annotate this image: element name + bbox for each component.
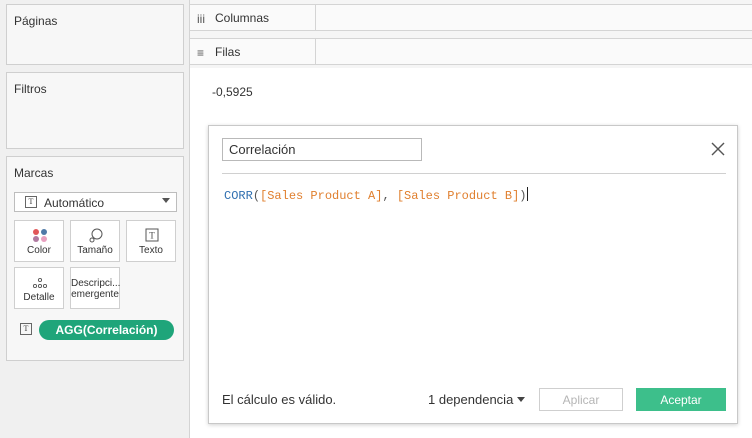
columns-shelf-label: iii Columnas	[190, 5, 316, 30]
dialog-divider	[222, 173, 726, 174]
marks-card: Marcas T Automático Color Tamaño T Texto…	[6, 156, 184, 361]
mark-type-dropdown[interactable]: T Automático	[14, 192, 177, 212]
formula-field-b: [Sales Product B]	[396, 189, 520, 203]
close-button[interactable]	[710, 141, 726, 157]
validation-status: El cálculo es válido.	[222, 392, 337, 407]
color-dots-icon	[15, 228, 63, 242]
mark-type-label: Automático	[44, 196, 105, 210]
columns-label: Columnas	[215, 11, 270, 25]
apply-button[interactable]: Aplicar	[539, 388, 623, 411]
tooltip-label-line2: emergente	[71, 289, 119, 300]
detail-button[interactable]: Detalle	[14, 267, 64, 309]
size-icon	[71, 228, 119, 243]
pages-title: Páginas	[14, 14, 58, 28]
rows-shelf[interactable]: ≡ Filas	[190, 38, 752, 65]
text-icon: T	[127, 228, 175, 242]
formula-close-paren: )	[519, 189, 527, 203]
marks-title: Marcas	[14, 166, 54, 180]
close-icon	[711, 142, 725, 156]
text-encoding-icon[interactable]: T	[20, 323, 32, 335]
columns-shelf[interactable]: iii Columnas	[190, 4, 752, 31]
pages-card[interactable]: Páginas	[6, 4, 184, 65]
rows-icon: ≡	[197, 46, 205, 60]
formula-open-paren: (	[252, 189, 261, 203]
color-label: Color	[27, 245, 51, 256]
size-button[interactable]: Tamaño	[70, 220, 120, 262]
formula-field-a: [Sales Product A]	[260, 189, 383, 203]
formula-editor[interactable]: CORR([Sales Product A], [Sales Product B…	[224, 187, 529, 203]
dependency-dropdown[interactable]: 1 dependencia	[428, 392, 526, 407]
formula-function: CORR	[224, 189, 253, 203]
rows-label: Filas	[215, 45, 241, 59]
rows-shelf-label: ≡ Filas	[190, 39, 316, 64]
filters-card[interactable]: Filtros	[6, 72, 184, 149]
left-panel: Páginas Filtros Marcas T Automático Colo…	[0, 0, 190, 438]
columns-icon: iii	[197, 12, 205, 26]
text-button[interactable]: T Texto	[126, 220, 176, 262]
agg-correlation-pill[interactable]: AGG(Correlación)	[39, 320, 174, 340]
color-button[interactable]: Color	[14, 220, 64, 262]
filters-title: Filtros	[14, 82, 47, 96]
tooltip-label-line1: Descripci...	[71, 278, 121, 289]
chevron-down-icon	[162, 198, 170, 203]
text-label: Texto	[139, 245, 163, 256]
ok-button[interactable]: Aceptar	[636, 388, 726, 411]
detail-label: Detalle	[23, 292, 55, 303]
detail-dots-icon	[15, 277, 63, 291]
text-mark-icon: T	[25, 196, 37, 208]
correlation-value[interactable]: -0,5925	[212, 85, 253, 99]
marks-pill-row: T AGG(Correlación)	[19, 320, 183, 340]
calculation-name-input[interactable]	[222, 138, 422, 161]
calculation-dialog: CORR([Sales Product A], [Sales Product B…	[208, 125, 738, 424]
dependency-label: 1 dependencia	[428, 392, 514, 407]
tooltip-label: Descripci... emergente	[71, 278, 121, 300]
text-glyph: T	[149, 231, 155, 241]
tooltip-button[interactable]: Descripci... emergente	[70, 267, 120, 309]
chevron-down-icon	[517, 397, 526, 402]
formula-separator: ,	[382, 189, 397, 203]
text-cursor	[527, 187, 529, 201]
size-label: Tamaño	[77, 245, 113, 256]
